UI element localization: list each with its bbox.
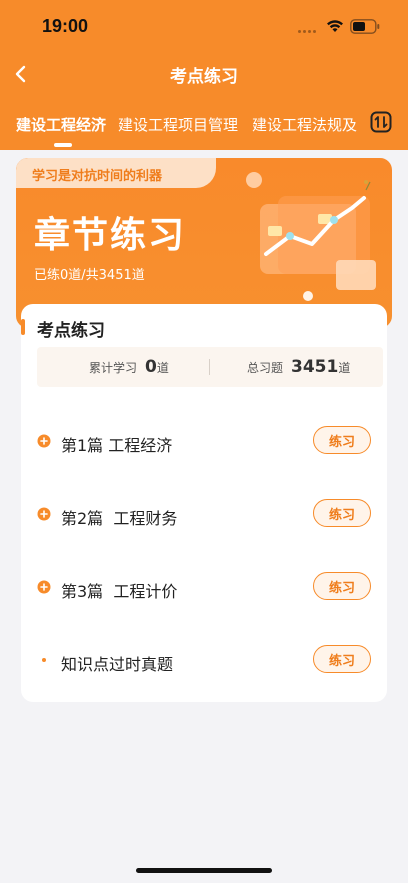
growth-chart-illustration [246, 172, 376, 301]
chapter-row-1[interactable]: 第1篇 工程经济 练习 [37, 426, 377, 456]
section-title: 考点练习 [37, 321, 105, 341]
practice-button[interactable]: 练习 [313, 645, 371, 673]
plus-circle-icon[interactable] [37, 434, 51, 448]
studied-value: 0 [145, 357, 157, 377]
active-tab-indicator [54, 143, 72, 147]
chapter-row-4[interactable]: 知识点过时真题 练习 [37, 645, 377, 675]
studied-stat: 累计学习 0 道 [89, 347, 169, 387]
section-accent-bar [21, 319, 25, 335]
chapter-label: 第2篇 工程财务 [61, 509, 178, 528]
practice-card: 考点练习 累计学习 0 道 总习题 3451 道 第1篇 工程经济 练习 第2篇… [21, 304, 387, 702]
total-value: 3451 [291, 357, 339, 377]
chapter-label: 知识点过时真题 [61, 655, 174, 674]
dot-icon [42, 658, 46, 662]
tab-project-management[interactable]: 建设工程项目管理 [118, 114, 238, 146]
status-bar: 19:00 [0, 0, 408, 52]
chapter-label: 第3篇 工程计价 [61, 582, 178, 601]
signal-dots-icon [298, 30, 318, 34]
practice-button[interactable]: 练习 [313, 426, 371, 454]
stats-bar: 累计学习 0 道 总习题 3451 道 [37, 347, 383, 387]
subject-tabs: 建设工程经济 建设工程项目管理 建设工程法规及 [0, 106, 362, 146]
tab-engineering-economics[interactable]: 建设工程经济 [16, 114, 106, 146]
status-time: 19:00 [42, 16, 89, 36]
chapter-practice-banner[interactable]: 学习是对抗时间的利器 章节练习 已练0道/共3451道 [16, 158, 392, 328]
page-title: 考点练习 [170, 67, 238, 87]
wifi-icon [327, 20, 343, 32]
plus-circle-icon[interactable] [37, 507, 51, 521]
chapter-row-2[interactable]: 第2篇 工程财务 练习 [37, 499, 377, 529]
home-indicator [136, 868, 272, 873]
chapter-row-3[interactable]: 第3篇 工程计价 练习 [37, 572, 377, 602]
chapter-label: 第1篇 工程经济 [61, 436, 173, 455]
battery-icon [350, 19, 380, 34]
tab-construction-law[interactable]: 建设工程法规及 [252, 114, 357, 146]
studied-unit: 道 [156, 360, 169, 375]
total-label: 总习题 [247, 360, 284, 375]
total-unit: 道 [338, 360, 351, 375]
banner-title: 章节练习 [34, 215, 187, 256]
practice-button[interactable]: 练习 [313, 499, 371, 527]
filter-switch-icon[interactable] [370, 111, 392, 133]
banner-slogan: 学习是对抗时间的利器 [16, 158, 216, 188]
nav-bar: 考点练习 [0, 52, 408, 96]
banner-progress: 已练0道/共3451道 [34, 268, 145, 283]
plus-circle-icon[interactable] [37, 580, 51, 594]
total-stat: 总习题 3451 道 [247, 347, 350, 387]
practice-button[interactable]: 练习 [313, 572, 371, 600]
studied-label: 累计学习 [89, 360, 138, 375]
stat-divider [209, 359, 210, 375]
